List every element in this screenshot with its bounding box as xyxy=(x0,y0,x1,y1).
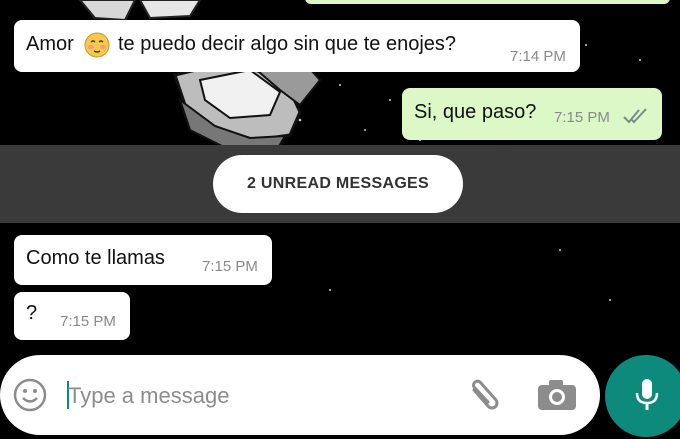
read-double-check-icon xyxy=(622,107,650,130)
message-bubble-outgoing[interactable]: Si, que paso? 7:15 PM xyxy=(402,88,662,140)
blushing-face-emoji-icon xyxy=(84,32,110,58)
message-time: 7:15 PM xyxy=(554,109,610,126)
message-bubble-incoming[interactable]: Como te llamas 7:15 PM xyxy=(14,235,272,285)
message-time: 7:15 PM xyxy=(60,313,116,330)
microphone-icon xyxy=(633,377,661,415)
unread-messages-badge: 2 UNREAD MESSAGES xyxy=(213,155,463,213)
message-input-placeholder[interactable]: Type a message xyxy=(68,383,229,409)
paperclip-icon[interactable] xyxy=(462,376,502,416)
previous-outgoing-bubble xyxy=(305,0,670,4)
message-text: Si, que paso? xyxy=(414,101,537,123)
camera-icon[interactable] xyxy=(536,378,578,412)
message-bubble-incoming[interactable]: ? 7:15 PM xyxy=(14,292,130,340)
message-bubble-incoming[interactable]: Amor te puedo decir algo sin que te enoj… xyxy=(14,20,580,72)
message-time: 7:14 PM xyxy=(510,48,566,65)
message-text-continued: te puedo decir algo sin que te enojes? xyxy=(118,33,457,55)
smiley-icon[interactable] xyxy=(12,377,48,413)
message-text: Como te llamas xyxy=(26,247,165,269)
message-text: ? xyxy=(26,302,38,324)
message-time: 7:15 PM xyxy=(202,258,258,275)
message-text: Amor xyxy=(26,33,74,55)
voice-record-button[interactable] xyxy=(605,355,680,437)
